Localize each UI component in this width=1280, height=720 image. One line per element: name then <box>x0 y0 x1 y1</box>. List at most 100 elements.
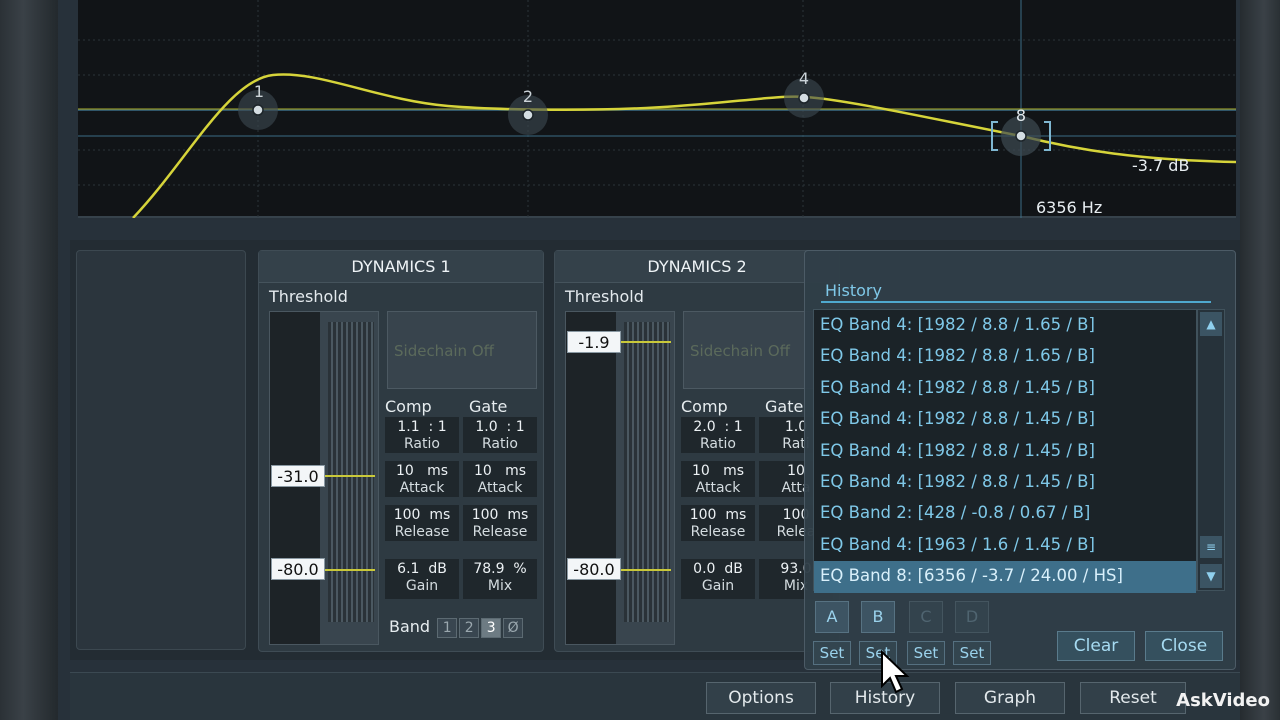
comp-release-label: Release <box>394 524 450 540</box>
dynamics-1-title: DYNAMICS 1 <box>259 251 543 283</box>
dynamics-1-panel: DYNAMICS 1 Threshold -31.0 -80.0 Sidecha… <box>258 250 544 652</box>
gate-ratio[interactable]: 1.0 : 1 Ratio <box>463 417 537 453</box>
empty-module-slot <box>76 250 246 650</box>
options-button[interactable]: Options <box>706 682 816 714</box>
history-item[interactable]: EQ Band 4: [1982 / 8.8 / 1.65 / B] <box>814 341 1196 372</box>
comp-release[interactable]: 100 ms Release <box>385 505 459 541</box>
set-c-button[interactable]: Set <box>907 641 945 665</box>
band-3-button[interactable]: 3 <box>481 617 502 638</box>
clear-button[interactable]: Clear <box>1057 631 1135 661</box>
threshold-value[interactable]: -31.0 <box>271 465 325 487</box>
band-2-button[interactable]: 2 <box>459 617 480 638</box>
snapshot-d-button[interactable]: D <box>955 601 989 633</box>
dynamics-2-title: DYNAMICS 2 <box>555 251 839 283</box>
graph-button[interactable]: Graph <box>955 682 1065 714</box>
floor-value[interactable]: -80.0 <box>567 558 621 580</box>
snapshot-a-button[interactable]: A <box>815 601 849 633</box>
comp-ratio-value: 1.1 : 1 <box>397 419 447 435</box>
gate-toggle[interactable]: Gate <box>469 397 507 416</box>
history-item[interactable]: EQ Band 4: [1963 / 1.6 / 1.45 / B] <box>814 530 1196 561</box>
window-frame-left <box>0 0 58 720</box>
gain-control[interactable]: 0.0 dB Gain <box>681 559 755 599</box>
comp-ratio[interactable]: 2.0 : 1 Ratio <box>681 417 755 453</box>
mix-control[interactable]: 78.9 % Mix <box>463 559 537 599</box>
eq-graph[interactable]: 1 2 4 8 -3.7 dB 6356 Hz <box>78 0 1236 218</box>
history-item[interactable]: EQ Band 8: [6356 / -3.7 / 24.00 / HS] <box>814 561 1196 593</box>
comp-ratio[interactable]: 1.1 : 1 Ratio <box>385 417 459 453</box>
comp-release[interactable]: 100 ms Release <box>681 505 755 541</box>
band-1-button[interactable]: 1 <box>437 617 458 638</box>
comp-attack-value: 10 ms <box>691 463 745 479</box>
history-item[interactable]: EQ Band 2: [428 / -0.8 / 0.67 / B] <box>814 498 1196 529</box>
reset-button[interactable]: Reset <box>1080 682 1186 714</box>
gate-attack[interactable]: 10 ms Attack <box>463 461 537 497</box>
band-selector: Band 123Ø <box>389 617 524 638</box>
history-item[interactable]: EQ Band 4: [1982 / 8.8 / 1.45 / B] <box>814 467 1196 498</box>
comp-ratio-label: Ratio <box>404 436 440 452</box>
svg-text:1: 1 <box>254 82 264 101</box>
comp-attack-label: Attack <box>695 480 741 496</box>
comp-attack-label: Attack <box>399 480 445 496</box>
gate-ratio-label: Ratio <box>482 436 518 452</box>
gain-value: 6.1 dB <box>397 561 447 577</box>
threshold-label: Threshold <box>565 287 644 306</box>
scroll-thumb[interactable]: ≡ <box>1200 536 1222 558</box>
threshold-value[interactable]: -1.9 <box>567 331 621 353</box>
band-label: Band <box>389 617 431 636</box>
floor-line <box>621 569 671 571</box>
meter-bars <box>328 322 374 622</box>
set-d-button[interactable]: Set <box>953 641 991 665</box>
dynamics-2-panel: DYNAMICS 2 Threshold -1.9 -80.0 Sidechai… <box>554 250 840 652</box>
comp-release-label: Release <box>690 524 746 540</box>
history-item[interactable]: EQ Band 4: [1982 / 8.8 / 1.45 / B] <box>814 404 1196 435</box>
gate-release-value: 100 ms <box>471 507 529 523</box>
gain-readout: -3.7 dB <box>1132 156 1190 175</box>
history-item[interactable]: EQ Band 4: [1982 / 8.8 / 1.65 / B] <box>814 310 1196 341</box>
svg-text:4: 4 <box>799 69 809 88</box>
floor-line <box>325 569 375 571</box>
gate-ratio-value: 1.0 : 1 <box>475 419 525 435</box>
gate-toggle[interactable]: Gate <box>765 397 803 416</box>
comp-toggle[interactable]: Comp <box>681 397 728 416</box>
mix-value: 78.9 % <box>473 561 527 577</box>
gate-release[interactable]: 100 ms Release <box>463 505 537 541</box>
eq-graph-canvas[interactable]: 1 2 4 8 <box>78 0 1236 218</box>
gate-attack-label: Attack <box>477 480 523 496</box>
sidechain-dropdown[interactable]: Sidechain Off <box>394 342 494 360</box>
set-a-button[interactable]: Set <box>813 641 851 665</box>
snapshot-c-button[interactable]: C <box>909 601 943 633</box>
comp-attack-value: 10 ms <box>395 463 449 479</box>
threshold-slider[interactable] <box>565 311 675 645</box>
watermark-logo: AskVideo <box>1176 690 1270 711</box>
sidechain-box[interactable]: Sidechain Off <box>387 311 537 389</box>
gain-label: Gain <box>701 578 735 594</box>
floor-value[interactable]: -80.0 <box>271 558 325 580</box>
level-meter <box>566 312 616 644</box>
history-item[interactable]: EQ Band 4: [1982 / 8.8 / 1.45 / B] <box>814 373 1196 404</box>
comp-release-value: 100 ms <box>393 507 451 523</box>
snapshot-b-button[interactable]: B <box>861 601 895 633</box>
comp-attack[interactable]: 10 ms Attack <box>681 461 755 497</box>
eq-curve <box>132 73 1236 218</box>
mouse-cursor-icon <box>881 650 910 694</box>
band-off-button[interactable]: Ø <box>503 617 524 638</box>
comp-ratio-value: 2.0 : 1 <box>693 419 743 435</box>
meter-bars <box>624 322 670 622</box>
window-frame-right <box>1240 0 1280 720</box>
scroll-up-icon[interactable]: ▲ <box>1200 312 1222 336</box>
history-title-underline <box>821 301 1211 303</box>
history-item[interactable]: EQ Band 4: [1982 / 8.8 / 1.45 / B] <box>814 436 1196 467</box>
scroll-down-icon[interactable]: ▼ <box>1200 564 1222 588</box>
gain-control[interactable]: 6.1 dB Gain <box>385 559 459 599</box>
comp-attack[interactable]: 10 ms Attack <box>385 461 459 497</box>
close-button[interactable]: Close <box>1145 631 1223 661</box>
freq-readout: 6356 Hz <box>1036 198 1103 217</box>
eq-node-4: 4 <box>784 69 824 118</box>
comp-toggle[interactable]: Comp <box>385 397 432 416</box>
history-scrollbar[interactable]: ▲ ≡ ▼ <box>1197 309 1225 591</box>
gain-label: Gain <box>405 578 439 594</box>
threshold-line <box>325 475 375 477</box>
sidechain-dropdown[interactable]: Sidechain Off <box>690 342 790 360</box>
threshold-line <box>621 341 671 343</box>
history-list[interactable]: EQ Band 4: [1982 / 8.8 / 1.65 / B] EQ Ban… <box>813 309 1197 593</box>
